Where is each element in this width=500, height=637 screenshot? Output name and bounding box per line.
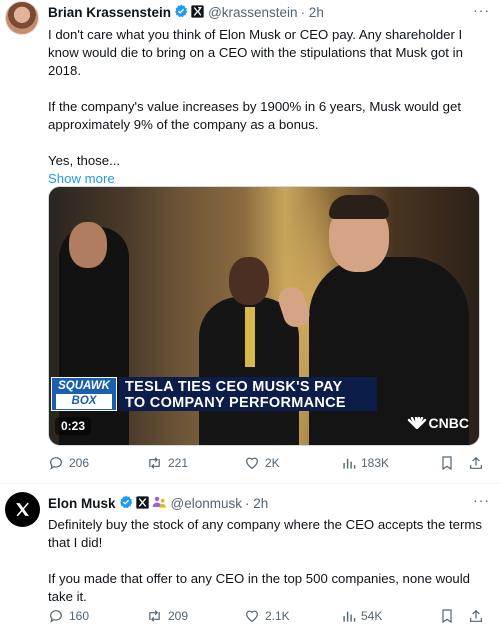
view-count: 183K bbox=[361, 456, 390, 470]
author-name[interactable]: Brian Krassenstein bbox=[48, 5, 171, 20]
repost-count: 221 bbox=[168, 456, 189, 470]
views-icon bbox=[343, 611, 356, 622]
tweet-paragraph: Definitely buy the stock of any company … bbox=[48, 517, 482, 550]
avatar[interactable] bbox=[5, 1, 39, 35]
timestamp[interactable]: · 2h bbox=[245, 496, 268, 511]
person-head bbox=[229, 257, 269, 305]
box-logo-text: BOX bbox=[56, 394, 112, 409]
share-button[interactable] bbox=[468, 455, 489, 471]
author-handle[interactable]: @krassenstein bbox=[208, 5, 298, 20]
repost-count: 209 bbox=[168, 609, 189, 623]
action-bar: 160 209 2.1K 54K bbox=[48, 608, 488, 628]
views-button[interactable]: 183K bbox=[342, 455, 389, 471]
bookmark-icon bbox=[442, 456, 452, 471]
verified-badge-icon bbox=[174, 4, 188, 21]
reply-count: 206 bbox=[69, 456, 90, 470]
like-icon bbox=[246, 610, 258, 623]
tweet-text: I don't care what you think of Elon Musk… bbox=[48, 26, 488, 188]
tweet-header: Elon Musk @elonmusk · 2h bbox=[48, 495, 268, 512]
person-hair bbox=[329, 195, 389, 219]
more-options-button[interactable]: ··· bbox=[473, 2, 490, 18]
more-options-button[interactable]: ··· bbox=[473, 492, 490, 508]
x-logo-icon bbox=[16, 502, 29, 517]
repost-button[interactable]: 221 bbox=[146, 455, 188, 471]
views-button[interactable]: 54K bbox=[342, 608, 382, 624]
share-button[interactable] bbox=[468, 608, 489, 624]
cnbc-logo: CNBC bbox=[407, 415, 469, 431]
network-name: CNBC bbox=[428, 415, 469, 431]
tweet-paragraph: Yes, those... bbox=[48, 153, 121, 168]
headline-line: TO COMPANY PERFORMANCE bbox=[125, 395, 346, 411]
reply-count: 160 bbox=[69, 609, 90, 623]
like-button[interactable]: 2.1K bbox=[244, 608, 290, 624]
headline-line: TESLA TIES CEO MUSK'S PAY bbox=[125, 379, 343, 395]
video-player[interactable]: SQUAWK BOX TESLA TIES CEO MUSK'S PAY TO … bbox=[48, 186, 480, 446]
views-icon bbox=[343, 458, 356, 469]
tweet-header: Brian Krassenstein @krassenstein · 2h bbox=[48, 4, 324, 21]
like-count: 2.1K bbox=[265, 609, 290, 623]
avatar[interactable] bbox=[5, 492, 40, 527]
people-icon bbox=[152, 495, 167, 512]
person-head bbox=[69, 222, 107, 268]
tweet-paragraph: I don't care what you think of Elon Musk… bbox=[48, 27, 463, 78]
like-icon bbox=[246, 457, 258, 470]
timestamp[interactable]: · 2h bbox=[301, 5, 324, 20]
tweet-paragraph: If you made that offer to any CEO in the… bbox=[48, 571, 471, 604]
share-icon bbox=[470, 456, 482, 469]
repost-icon bbox=[149, 457, 160, 469]
bookmark-button[interactable] bbox=[440, 608, 459, 624]
affiliate-x-badge-icon bbox=[135, 495, 149, 512]
tweet-elonmusk[interactable]: Elon Musk @elonmusk · 2h ··· Definitely … bbox=[0, 484, 500, 637]
reply-icon bbox=[50, 610, 62, 623]
like-count: 2K bbox=[265, 456, 280, 470]
news-lower-third: SQUAWK BOX TESLA TIES CEO MUSK'S PAY TO … bbox=[49, 377, 379, 413]
affiliate-badge-icon bbox=[191, 4, 204, 21]
view-count: 54K bbox=[361, 609, 383, 623]
reply-button[interactable]: 160 bbox=[48, 608, 89, 624]
bookmark-icon bbox=[442, 609, 452, 624]
repost-button[interactable]: 209 bbox=[146, 608, 188, 624]
reply-button[interactable]: 206 bbox=[48, 455, 89, 471]
repost-icon bbox=[149, 610, 160, 622]
share-icon bbox=[470, 609, 482, 622]
tweet-paragraph: If the company's value increases by 1900… bbox=[48, 99, 462, 132]
squawk-box-logo: SQUAWK BOX bbox=[51, 377, 117, 411]
author-name[interactable]: Elon Musk bbox=[48, 496, 116, 511]
tweet-krassenstein[interactable]: Brian Krassenstein @krassenstein · 2h ··… bbox=[0, 0, 500, 484]
bookmark-button[interactable] bbox=[440, 455, 459, 471]
author-handle[interactable]: @elonmusk bbox=[171, 496, 242, 511]
like-button[interactable]: 2K bbox=[244, 455, 280, 471]
tweet-text: Definitely buy the stock of any company … bbox=[48, 516, 488, 606]
tie bbox=[245, 307, 255, 367]
action-bar: 206 221 2K 183K bbox=[48, 455, 488, 475]
news-headline: TESLA TIES CEO MUSK'S PAY TO COMPANY PER… bbox=[119, 377, 377, 411]
squawk-logo-text: SQUAWK bbox=[58, 380, 110, 392]
peacock-icon bbox=[407, 417, 426, 429]
reply-icon bbox=[50, 457, 62, 470]
verified-badge-icon bbox=[119, 495, 133, 512]
video-duration: 0:23 bbox=[55, 417, 92, 435]
